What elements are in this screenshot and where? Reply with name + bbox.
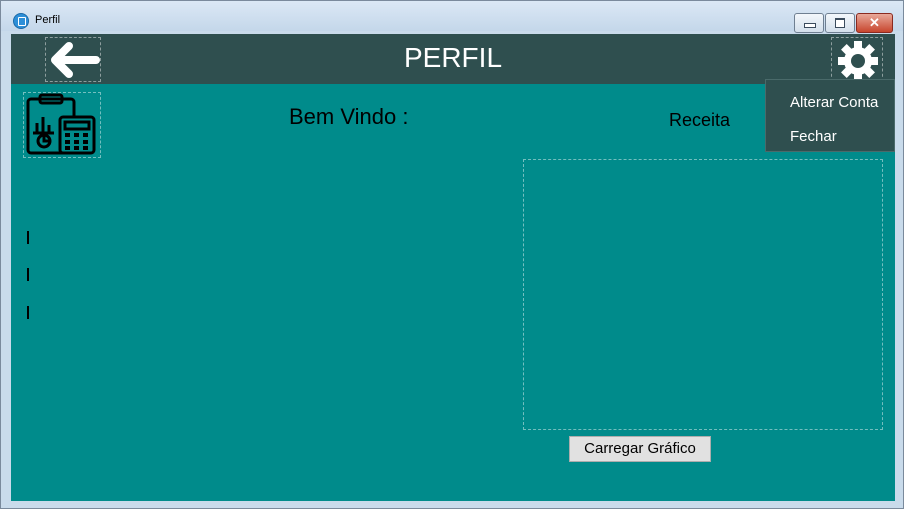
back-button[interactable] <box>45 37 101 82</box>
window-title: Perfil <box>35 14 61 26</box>
close-button[interactable]: ✕ <box>856 13 893 33</box>
info-marker-1 <box>27 231 29 244</box>
clipboard-calculator-icon <box>26 93 96 155</box>
info-marker-2 <box>27 268 29 281</box>
revenue-chart-area <box>523 159 883 430</box>
settings-dropdown-menu: Alterar Conta Fechar <box>765 79 895 152</box>
page-title: PERFIL <box>403 42 503 73</box>
app-icon <box>13 13 29 29</box>
menu-item-close[interactable]: Fechar <box>790 128 837 145</box>
gear-icon <box>838 41 878 81</box>
app-window: Perfil ✕ PERFIL Bem Vindo: Receita Carr… <box>0 0 904 509</box>
finance-logo <box>23 92 101 158</box>
settings-button[interactable] <box>831 37 883 82</box>
arrow-left-icon <box>51 42 100 78</box>
welcome-label: Bem Vindo : <box>289 104 409 129</box>
info-marker-3 <box>27 306 29 319</box>
header-bar: PERFIL <box>11 34 895 84</box>
menu-item-change-account[interactable]: Alterar Conta <box>790 94 878 111</box>
title-bar[interactable]: Perfil ✕ <box>1 1 903 33</box>
load-chart-button[interactable]: Carregar Gráfico <box>569 436 711 462</box>
revenue-label: Receita <box>669 110 731 130</box>
minimize-button[interactable] <box>794 13 824 33</box>
profile-panel: PERFIL Bem Vindo: Receita Carregar Gráf… <box>11 34 895 501</box>
maximize-button[interactable] <box>825 13 855 33</box>
close-icon: ✕ <box>869 15 880 30</box>
